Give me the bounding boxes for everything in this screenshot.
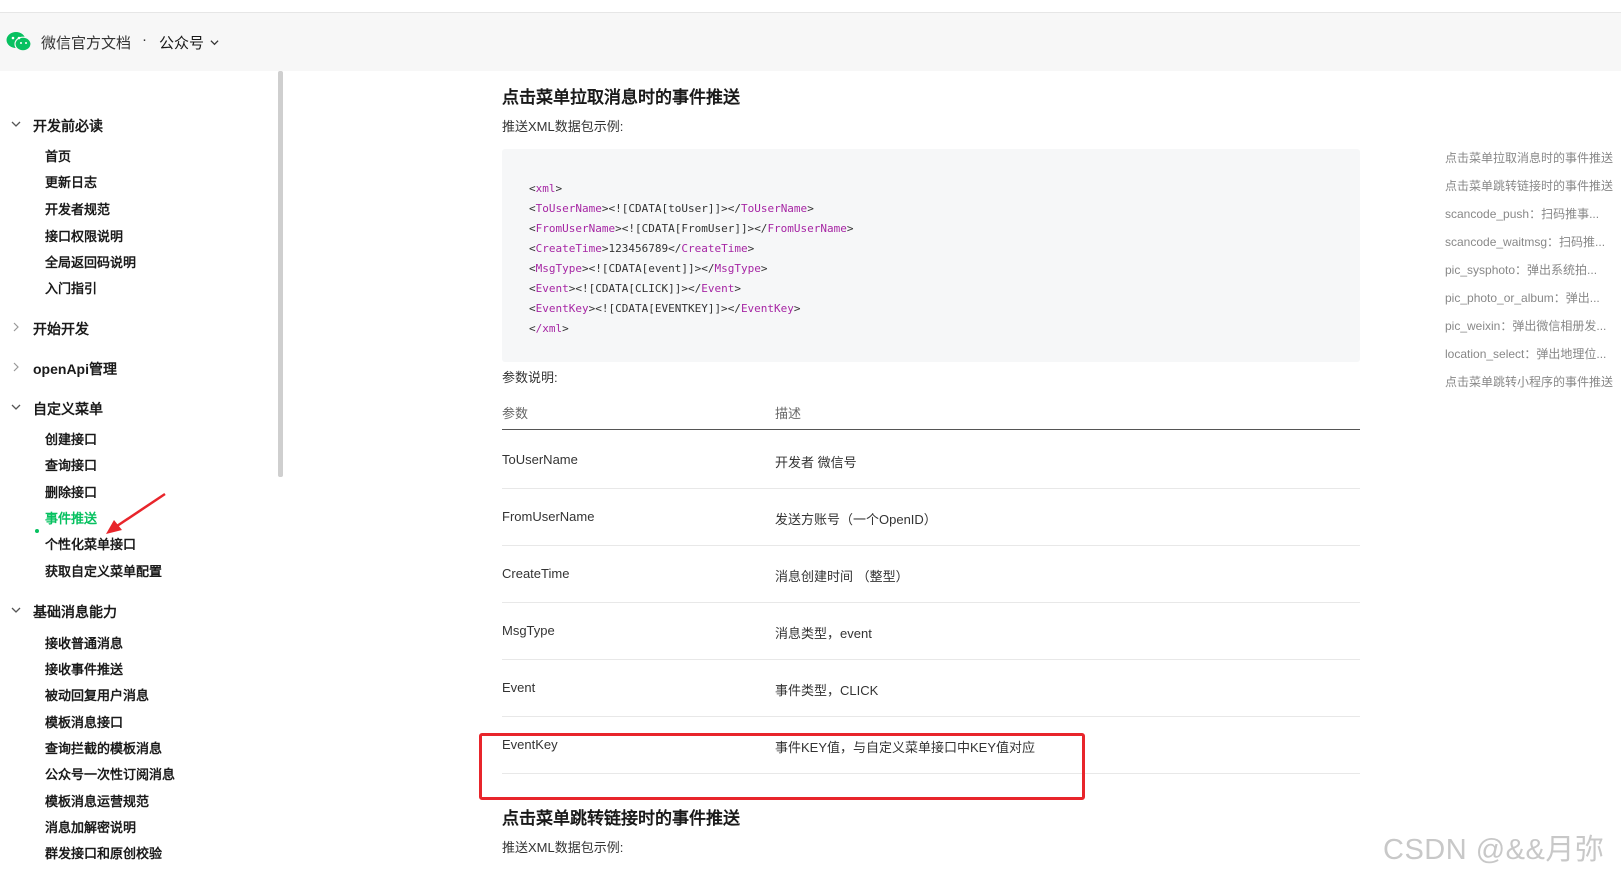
chevron-down-icon [11,404,21,410]
brand-title[interactable]: 微信官方文档 [41,32,131,53]
chevron-right-icon [13,322,19,332]
chevron-down-icon[interactable] [210,38,219,47]
active-indicator [35,529,39,533]
xml-intro-2: 推送XML数据包示例: [502,840,624,855]
sidebar-nav: 开发前必读 首页 更新日志 开发者规范 接口权限说明 全局返回码说明 入门指引 … [0,71,279,880]
sidebar-item-event-push[interactable]: 事件推送 [45,508,97,527]
sidebar-scrollbar[interactable] [278,71,283,477]
param-name: ToUserName [502,452,578,467]
toc-item[interactable]: pic_photo_or_album：弹出... [1445,289,1621,306]
code-line: <EventKey><![CDATA[EVENTKEY]]></EventKey… [529,302,801,315]
toc-item[interactable]: pic_sysphoto：弹出系统拍... [1445,261,1621,278]
param-desc: 事件类型，CLICK [775,683,879,698]
table-header: 参数 描述 [502,399,1360,430]
toc-item[interactable]: 点击菜单拉取消息时的事件推送 [1445,149,1621,166]
sidebar-item-getting-started[interactable]: 入门指引 [45,278,97,297]
param-desc: 消息类型，event [775,626,872,641]
param-desc: 消息创建时间 （整型） [775,569,909,584]
chevron-down-icon [11,121,21,127]
toc-item[interactable]: scancode_push：扫码推事... [1445,205,1621,222]
table-row: MsgType 消息类型，event [502,603,1360,660]
sidebar-item-template-api[interactable]: 模板消息接口 [45,712,123,731]
code-line: <xml> [529,182,563,195]
sidebar-group-label: 开始开发 [33,321,89,337]
sidebar-item-permissions[interactable]: 接口权限说明 [45,226,123,245]
table-row: FromUserName 发送方账号（一个OpenID） [502,489,1360,546]
sidebar-group-label: 开发前必读 [33,118,103,134]
param-name: CreateTime [502,566,570,581]
param-name: FromUserName [502,509,595,524]
sidebar-item-mass-send[interactable]: 群发接口和原创校验 [45,843,162,862]
table-row: ToUserName 开发者 微信号 [502,432,1360,489]
toc-item[interactable]: 点击菜单跳转小程序的事件推送 [1445,373,1621,390]
sidebar-item-changelog[interactable]: 更新日志 [45,172,97,191]
chevron-down-icon [11,607,21,613]
sidebar-group-label: 基础消息能力 [33,604,117,620]
sidebar-item-home[interactable]: 首页 [45,146,71,165]
chevron-right-icon [13,362,19,372]
annotation-arrow-icon [106,492,166,534]
top-border [0,0,1621,13]
param-name: Event [502,680,536,695]
param-desc: 开发者 微信号 [775,455,857,470]
sidebar-item-dev-spec[interactable]: 开发者规范 [45,199,110,218]
sidebar-item-query-api[interactable]: 查询接口 [45,455,97,474]
toc-item[interactable]: 点击菜单跳转链接时的事件推送 [1445,177,1621,194]
sidebar-item-intercepted-templates[interactable]: 查询拦截的模板消息 [45,738,162,757]
code-line: <CreateTime>123456789</CreateTime> [529,242,755,255]
sidebar-item-create-api[interactable]: 创建接口 [45,429,97,448]
sidebar-item-receive-messages[interactable]: 接收普通消息 [45,633,123,652]
highlight-box [479,733,1085,800]
sidebar-item-one-time-subscribe[interactable]: 公众号一次性订阅消息 [45,764,175,783]
param-name: MsgType [502,623,555,638]
table-row: Event 事件类型，CLICK [502,660,1360,717]
param-desc: 发送方账号（一个OpenID） [775,512,937,527]
code-line: <ToUserName><![CDATA[toUser]]></ToUserNa… [529,202,814,215]
table-row: CreateTime 消息创建时间 （整型） [502,546,1360,603]
table-header-param: 参数 [502,406,529,421]
sidebar-item-delete-api[interactable]: 删除接口 [45,482,97,501]
toc-item[interactable]: pic_weixin：弹出微信相册发... [1445,317,1621,334]
xml-intro: 推送XML数据包示例: [502,119,624,134]
watermark: CSDN @&&月弥 [1383,834,1605,866]
product-switcher[interactable]: 公众号 [159,32,204,53]
toc-item[interactable]: scancode_waitmsg：扫码推... [1445,233,1621,250]
section-title-2: 点击菜单跳转链接时的事件推送 [502,809,740,828]
code-line: <Event><![CDATA[CLICK]]></Event> [529,282,741,295]
xml-code-block[interactable]: <xml> <ToUserName><![CDATA[toUser]]></ToU… [502,149,1360,362]
table-header-desc: 描述 [775,406,802,421]
params-intro: 参数说明: [502,370,558,385]
sidebar-group-label: 自定义菜单 [33,401,103,417]
section-title: 点击菜单拉取消息时的事件推送 [502,88,740,107]
header: 微信官方文档 · 公众号 [0,13,1621,71]
sidebar-item-template-rules[interactable]: 模板消息运营规范 [45,791,149,810]
header-separator: · [142,31,147,48]
wechat-logo-icon[interactable] [6,31,32,53]
code-line: </xml> [529,322,569,335]
sidebar-item-passive-reply[interactable]: 被动回复用户消息 [45,685,149,704]
sidebar-item-get-menu-config[interactable]: 获取自定义菜单配置 [45,561,162,580]
code-line: <FromUserName><![CDATA[FromUser]]></From… [529,222,854,235]
sidebar-item-return-codes[interactable]: 全局返回码说明 [45,252,136,271]
sidebar-group-label: openApi管理 [33,361,117,377]
sidebar-item-receive-events[interactable]: 接收事件推送 [45,659,123,678]
toc-item[interactable]: location_select：弹出地理位... [1445,345,1621,362]
code-line: <MsgType><![CDATA[event]]></MsgType> [529,262,768,275]
sidebar-item-encryption[interactable]: 消息加解密说明 [45,817,136,836]
